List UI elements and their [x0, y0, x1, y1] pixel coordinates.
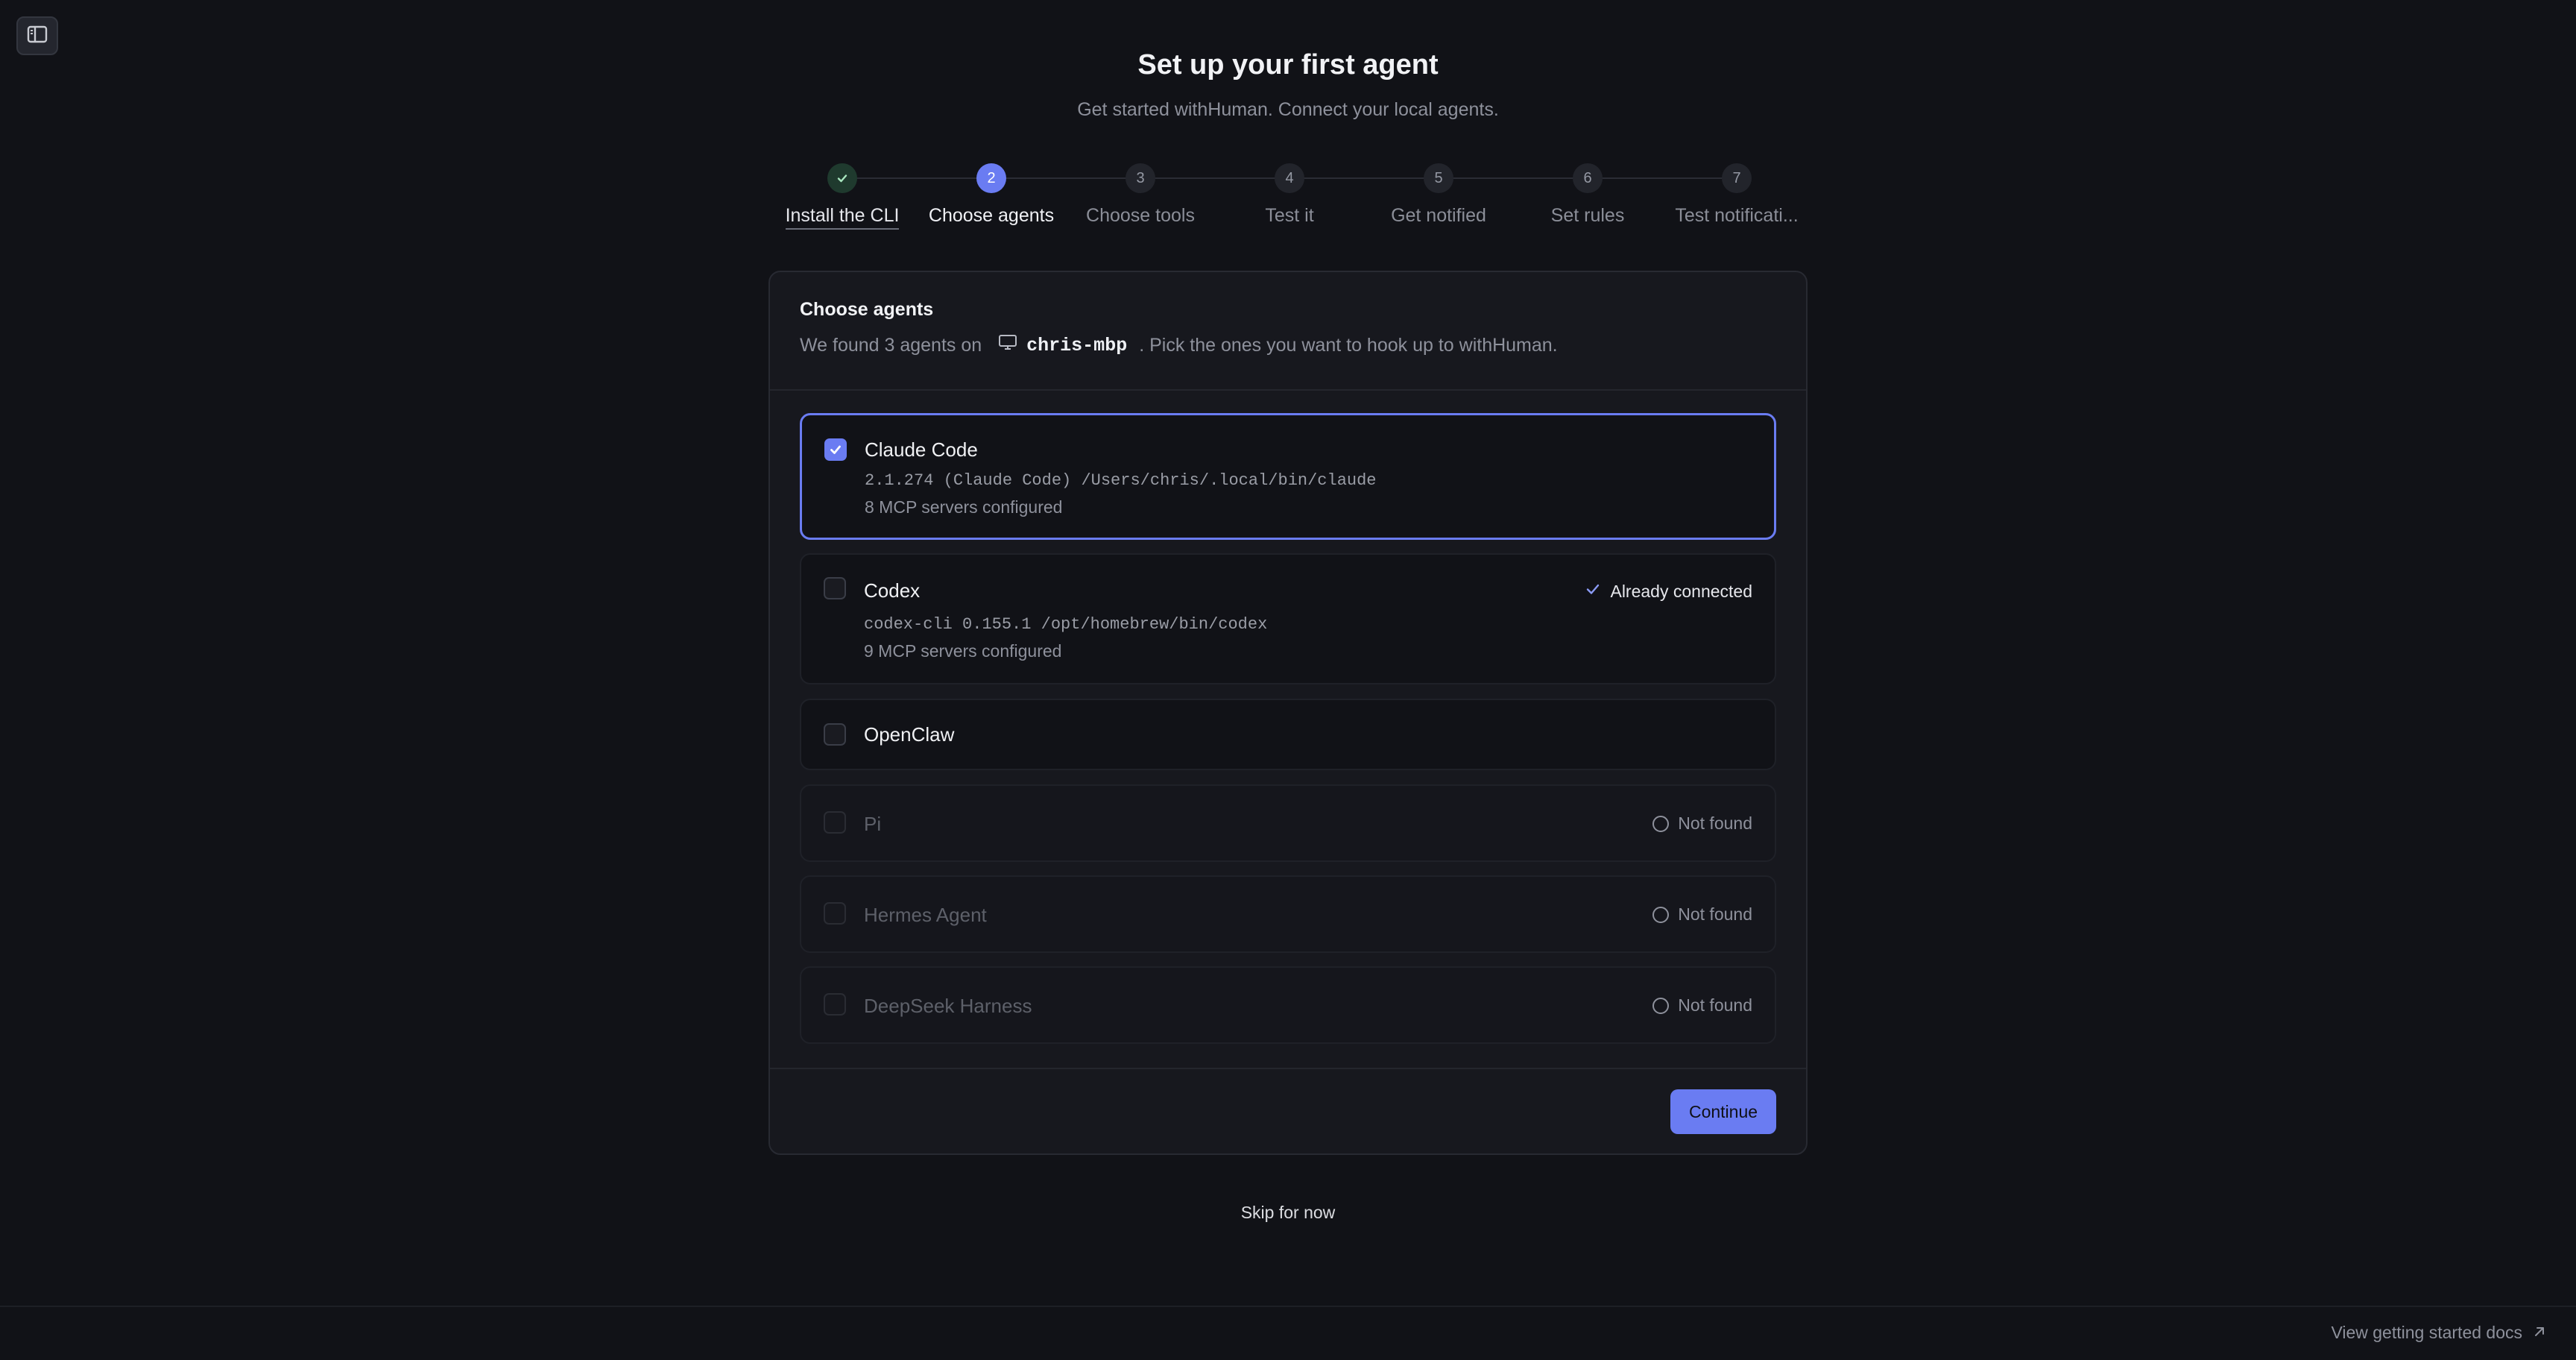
agent-version-path: codex-cli 0.155.1 /opt/homebrew/bin/code…	[864, 615, 1268, 634]
check-icon	[1585, 581, 1601, 602]
card-divider	[770, 389, 1806, 391]
agent-status-label: Not found	[1678, 904, 1752, 924]
card-header: Choose agents We found 3 agents on chris…	[800, 299, 1558, 356]
agent-mcp-count: 8 MCP servers configured	[865, 497, 1063, 517]
arrow-up-right-icon	[2533, 1323, 2546, 1343]
host-name: chris-mbp	[1026, 334, 1128, 356]
agent-name: Codex	[864, 579, 921, 602]
agent-checkbox	[824, 993, 846, 1016]
step-number: 2	[976, 163, 1006, 193]
choose-agents-card: Choose agents We found 3 agents on chris…	[768, 271, 1808, 1155]
agent-status-label: Not found	[1678, 995, 1752, 1015]
circle-icon	[1652, 906, 1670, 923]
step-get-notified[interactable]: 5 Get notified	[1357, 163, 1521, 227]
agent-checkbox	[824, 902, 846, 925]
agent-option-claude-code[interactable]: Claude Code 2.1.274 (Claude Code) /Users…	[800, 413, 1776, 540]
page-title: Set up your first agent	[1137, 49, 1439, 81]
docs-link[interactable]: View getting started docs	[2331, 1323, 2546, 1343]
step-number: 5	[1424, 163, 1453, 193]
agent-option-openclaw[interactable]: OpenClaw	[800, 699, 1776, 770]
agent-status-label: Already connected	[1610, 581, 1752, 601]
step-number: 3	[1126, 163, 1155, 193]
page-subtitle: Get started withHuman. Connect your loca…	[1077, 99, 1499, 120]
agent-option-pi: Pi Not found	[800, 784, 1776, 862]
step-label: Install the CLI	[785, 205, 900, 230]
step-label: Choose tools	[1086, 205, 1195, 226]
agent-checkbox	[824, 811, 846, 834]
host-chip: chris-mbp	[998, 334, 1127, 356]
step-choose-agents[interactable]: 2 Choose agents	[909, 163, 1073, 227]
step-set-rules[interactable]: 6 Set rules	[1506, 163, 1670, 227]
card-title: Choose agents	[800, 299, 934, 320]
agent-name: Pi	[864, 813, 882, 835]
monitor-icon	[998, 334, 1017, 356]
agent-name: Claude Code	[865, 438, 978, 461]
step-check-icon	[827, 163, 857, 193]
agent-name: OpenClaw	[864, 723, 955, 746]
agent-option-deepseek-harness: DeepSeek Harness Not found	[800, 966, 1776, 1044]
agent-name: Hermes Agent	[864, 904, 987, 926]
step-label: Test it	[1265, 205, 1314, 226]
agent-option-codex[interactable]: Codex Already connected codex-cli 0.155.…	[800, 553, 1776, 684]
step-choose-tools[interactable]: 3 Choose tools	[1058, 163, 1222, 227]
step-install-cli[interactable]: Install the CLI	[760, 163, 924, 230]
agent-name: DeepSeek Harness	[864, 995, 1032, 1017]
agent-status-label: Not found	[1678, 813, 1752, 833]
agent-version-path: 2.1.274 (Claude Code) /Users/chris/.loca…	[865, 471, 1377, 490]
sidebar-icon	[27, 25, 48, 47]
step-test-notifications[interactable]: 7 Test notificati...	[1655, 163, 1819, 227]
onboarding-page: Set up your first agent Get started with…	[0, 0, 2576, 1360]
step-number: 6	[1573, 163, 1603, 193]
skip-link[interactable]: Skip for now	[0, 1203, 2576, 1223]
step-label: Test notificati...	[1675, 205, 1799, 226]
agent-status: Not found	[1652, 995, 1752, 1016]
step-label: Choose agents	[928, 205, 1055, 226]
agent-checkbox[interactable]	[824, 577, 846, 599]
agent-option-hermes-agent: Hermes Agent Not found	[800, 875, 1776, 953]
agent-status: Already connected	[1585, 581, 1752, 602]
circle-icon	[1652, 815, 1670, 832]
step-number: 7	[1722, 163, 1752, 193]
agent-status: Not found	[1652, 813, 1752, 834]
agent-status: Not found	[1652, 904, 1752, 925]
step-test-it[interactable]: 4 Test it	[1208, 163, 1371, 227]
circle-icon	[1652, 997, 1670, 1014]
card-footer-divider	[770, 1068, 1806, 1069]
step-label: Get notified	[1391, 205, 1486, 226]
desc-suffix: . Pick the ones you want to hook up to w…	[1139, 334, 1558, 356]
setup-stepper: Install the CLI 2 Choose agents 3 Choose…	[768, 163, 1811, 238]
docs-link-label[interactable]: View getting started docs	[2331, 1323, 2522, 1343]
agent-checkbox[interactable]	[824, 723, 846, 746]
skip-label[interactable]: Skip for now	[1241, 1203, 1336, 1222]
step-number: 4	[1275, 163, 1304, 193]
agent-checkbox[interactable]	[824, 438, 847, 461]
step-label: Set rules	[1550, 205, 1625, 226]
desc-prefix: We found 3 agents on	[800, 334, 982, 356]
card-description: We found 3 agents on chris-mbp . Pick th…	[800, 334, 1558, 356]
agent-mcp-count: 9 MCP servers configured	[864, 641, 1062, 661]
footer-divider	[0, 1306, 2576, 1307]
continue-button[interactable]: Continue	[1670, 1089, 1776, 1134]
